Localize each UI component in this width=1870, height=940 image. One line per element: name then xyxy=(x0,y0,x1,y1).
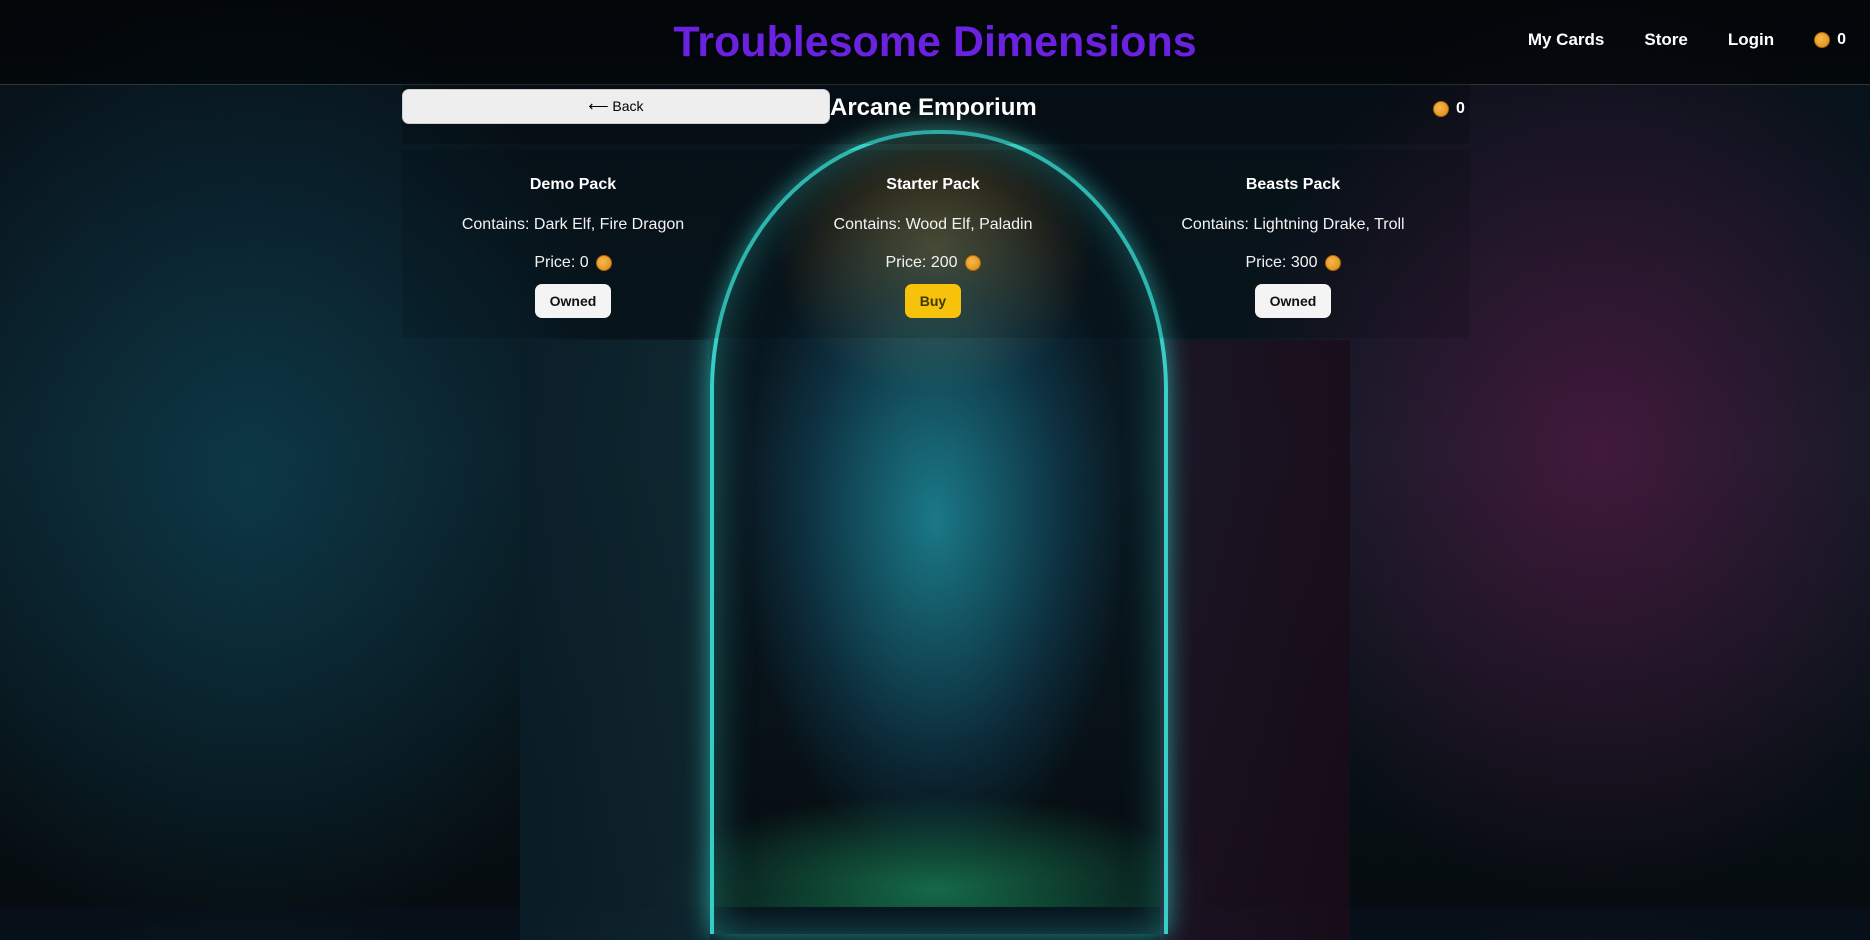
owned-button[interactable]: Owned xyxy=(1255,284,1331,318)
pack-card-starter: Starter Pack Contains: Wood Elf, Paladin… xyxy=(783,176,1083,318)
coin-icon xyxy=(1814,32,1831,48)
header-balance: 0 xyxy=(1814,31,1846,49)
portal-pillar-left xyxy=(520,340,710,940)
buy-button[interactable]: Buy xyxy=(905,284,961,318)
main-nav: My Cards Store Login 0 xyxy=(1488,30,1846,50)
coin-icon xyxy=(1324,254,1341,271)
pack-price-label: Price: 300 xyxy=(1245,253,1318,271)
pack-price: Price: 0 xyxy=(423,253,723,272)
pack-contents: Contains: Wood Elf, Paladin xyxy=(833,216,1033,233)
pack-price: Price: 200 xyxy=(783,253,1083,272)
pack-price-label: Price: 0 xyxy=(534,253,589,271)
back-button[interactable]: ⟵ Back xyxy=(402,89,830,124)
store-title: Arcane Emporium xyxy=(830,94,1037,121)
pack-name: Starter Pack xyxy=(886,176,980,193)
coin-icon xyxy=(964,254,981,271)
owned-button[interactable]: Owned xyxy=(535,284,611,318)
pack-price-label: Price: 200 xyxy=(885,253,958,271)
coin-icon xyxy=(1433,101,1449,117)
nav-my-cards[interactable]: My Cards xyxy=(1528,30,1605,50)
store-balance: 0 xyxy=(1433,100,1465,118)
pack-card-demo: Demo Pack Contains: Dark Elf, Fire Drago… xyxy=(423,176,723,318)
pack-contents: Contains: Dark Elf, Fire Dragon xyxy=(461,216,685,233)
coin-icon xyxy=(595,254,612,271)
pack-card-beasts: Beasts Pack Contains: Lightning Drake, T… xyxy=(1143,176,1443,318)
pack-contents: Contains: Lightning Drake, Troll xyxy=(1181,216,1405,233)
nav-login[interactable]: Login xyxy=(1728,30,1774,50)
pack-price: Price: 300 xyxy=(1143,253,1443,272)
store-balance-value: 0 xyxy=(1456,100,1465,117)
top-header: Troublesome Dimensions My Cards Store Lo… xyxy=(0,0,1870,85)
nav-store[interactable]: Store xyxy=(1644,30,1687,50)
portal-pillar-right xyxy=(1160,340,1350,940)
pack-name: Demo Pack xyxy=(529,176,617,193)
pack-name: Beasts Pack xyxy=(1245,176,1341,193)
header-balance-value: 0 xyxy=(1837,31,1846,48)
